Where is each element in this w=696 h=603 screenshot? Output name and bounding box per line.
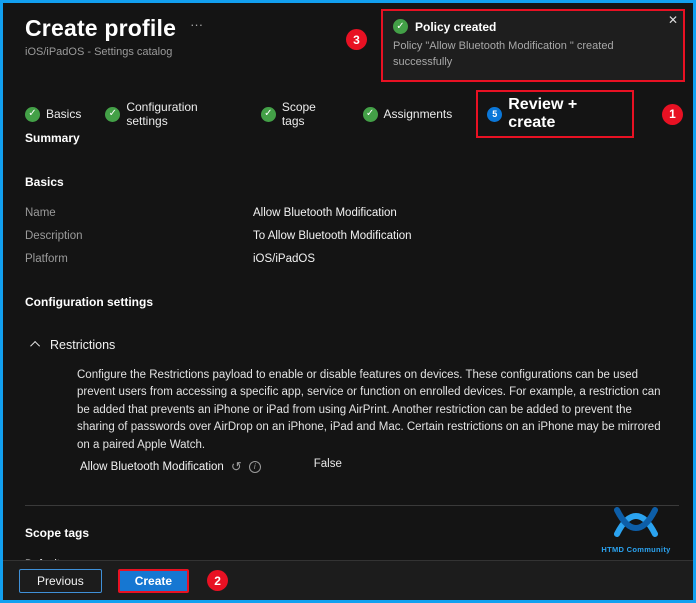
htmd-logo-text: HTMD Community (601, 545, 671, 554)
tab-configuration-settings-label: Configuration settings (126, 100, 198, 128)
tab-scope-tags[interactable]: ✓ Scope tags (260, 100, 339, 128)
page-title: Create profile (25, 15, 177, 41)
page-subtitle: iOS/iPadOS - Settings catalog (25, 46, 173, 58)
basics-heading: Basics (25, 175, 64, 189)
tab-basics-label: Basics (46, 107, 82, 121)
tab-assignments[interactable]: ✓ Assignments (362, 106, 453, 122)
create-profile-page: Create profile ··· iOS/iPadOS - Settings… (0, 0, 696, 603)
info-icon[interactable]: i (248, 460, 261, 473)
setting-value: False (313, 457, 342, 470)
section-divider (25, 505, 679, 507)
setting-row: Allow Bluetooth Modification ↺ i False (80, 457, 679, 474)
htmd-community-logo: HTMD Community (593, 505, 679, 554)
chevron-up-icon (30, 340, 41, 351)
restrictions-title: Restrictions (50, 337, 116, 352)
setting-label: Allow Bluetooth Modification (80, 460, 224, 473)
annotation-badge-3: 3 (346, 29, 367, 50)
tab-basics[interactable]: ✓ Basics (25, 106, 82, 122)
basics-table: Name Allow Bluetooth Modification Descri… (25, 207, 679, 265)
htmd-logo-icon (614, 507, 658, 537)
revert-setting-icon[interactable]: ↺ (231, 460, 242, 473)
tab-scope-tags-label: Scope tags (281, 100, 316, 128)
annotation-badge-1: 1 (662, 103, 683, 125)
row-label: Platform (25, 253, 68, 265)
restrictions-collapse-header[interactable]: Restrictions (30, 337, 116, 352)
toast-close-icon[interactable]: ✕ (668, 13, 678, 27)
step-complete-check-icon: ✓ (260, 106, 276, 122)
step-complete-check-icon: ✓ (362, 106, 378, 122)
step-complete-check-icon: ✓ (25, 106, 40, 122)
footer-bar: Previous Create 2 (3, 560, 693, 600)
toast-message: Policy "Allow Bluetooth Modification " c… (393, 40, 614, 68)
row-value: iOS/iPadOS (253, 253, 315, 265)
step-number-icon: 5 (487, 106, 503, 122)
tab-assignments-label: Assignments (383, 107, 453, 121)
create-button[interactable]: Create (117, 568, 190, 593)
row-value: To Allow Bluetooth Modification (253, 230, 412, 242)
page-header: Create profile ··· iOS/iPadOS - Settings… (25, 15, 203, 58)
annotation-badge-2: 2 (207, 570, 229, 591)
row-value: Allow Bluetooth Modification (253, 207, 397, 219)
tab-configuration-settings[interactable]: ✓ Configuration settings (105, 100, 236, 128)
row-label: Name (25, 207, 56, 219)
row-label: Description (25, 230, 83, 242)
context-menu-ellipsis-icon[interactable]: ··· (190, 17, 203, 32)
toast-title: Policy created (415, 19, 497, 34)
restrictions-description: Configure the Restrictions payload to en… (77, 369, 661, 451)
review-summary: Summary Basics Name Allow Bluetooth Modi… (25, 125, 679, 570)
summary-heading: Summary (25, 131, 80, 145)
scope-tags-heading: Scope tags (25, 526, 90, 541)
success-check-icon: ✓ (393, 19, 408, 34)
previous-button[interactable]: Previous (19, 568, 102, 593)
configuration-settings-heading: Configuration settings (25, 295, 153, 309)
policy-created-toast: ✓ Policy created Policy "Allow Bluetooth… (381, 9, 685, 82)
step-complete-check-icon: ✓ (105, 106, 121, 122)
